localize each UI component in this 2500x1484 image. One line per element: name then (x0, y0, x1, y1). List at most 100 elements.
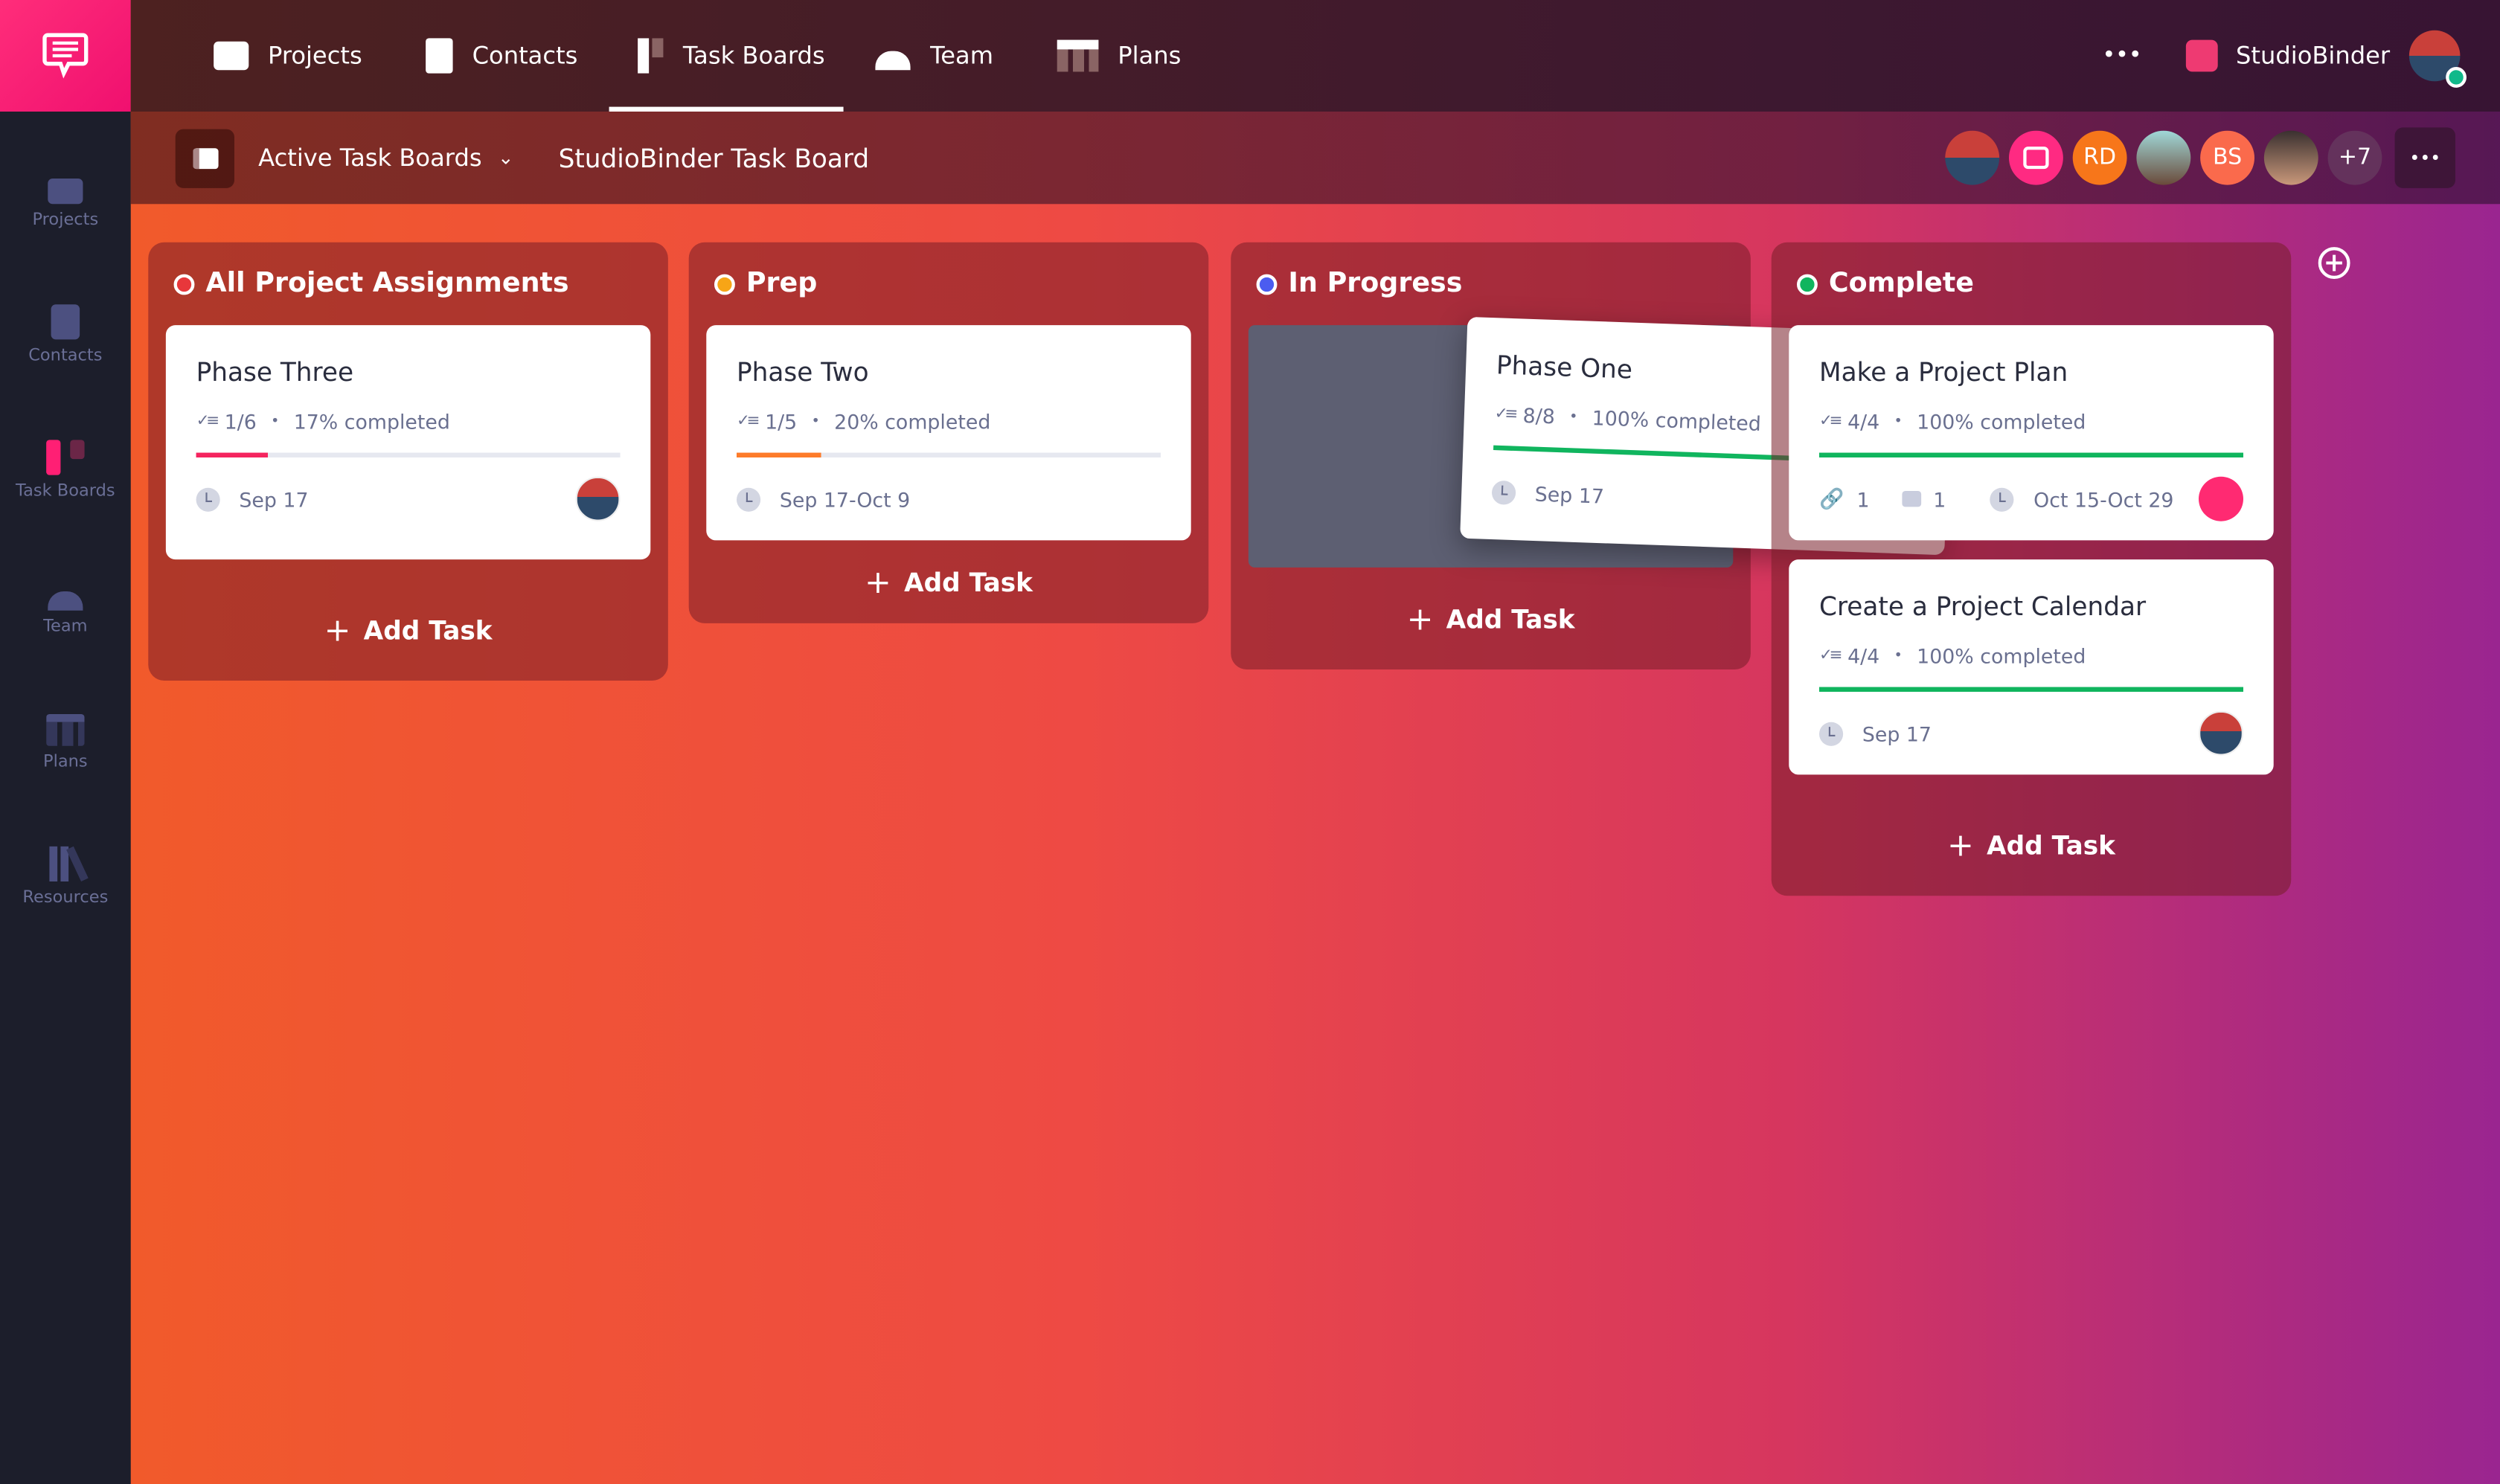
panel-icon (192, 147, 218, 169)
avatar[interactable] (2136, 130, 2191, 185)
comment-icon (1901, 491, 1921, 507)
status-dot-icon (714, 273, 735, 295)
nav-contacts[interactable]: Contacts (394, 0, 610, 112)
chevron-down-icon[interactable]: ⌄ (498, 147, 514, 169)
more-menu-button[interactable]: ••• (2102, 43, 2141, 68)
briefcase-icon (46, 168, 84, 204)
progress-bar (196, 452, 621, 457)
card-title: Make a Project Plan (1819, 357, 2068, 388)
plus-icon: + (324, 610, 351, 649)
due-date: Sep 17-Oct 9 (779, 486, 911, 511)
app-logo[interactable] (0, 0, 131, 112)
briefcase-icon (214, 41, 249, 71)
attachment-count: 1 (1856, 486, 1870, 511)
avatar-initials: RD (2083, 145, 2117, 171)
checklist-icon: ✓≡ (1819, 413, 1843, 431)
due-date: Sep 17 (1862, 721, 1932, 745)
online-status-icon (2446, 67, 2467, 88)
avatar[interactable] (1945, 130, 2000, 185)
avatar[interactable]: RD (2072, 130, 2127, 185)
assignee-avatar[interactable] (2199, 710, 2243, 756)
due-date: Sep 17 (239, 486, 309, 511)
plus-icon: + (1406, 599, 1434, 638)
board-area: Projects Contacts Task Boards Team Plans… (130, 0, 2500, 1484)
checklist-count: 1/6 (224, 409, 257, 434)
task-card[interactable]: Phase Three ✓≡ 1/6 • 17% completed Sep 17 (165, 325, 651, 560)
add-task-button[interactable]: + Add Task (1789, 794, 2273, 896)
team-icon (46, 575, 84, 610)
assignee-avatar[interactable] (575, 476, 621, 521)
nav-projects[interactable]: Projects (182, 0, 394, 112)
column-header[interactable]: Prep (706, 242, 1190, 325)
add-task-button[interactable]: + Add Task (166, 579, 650, 681)
sidebar-item-label: Contacts (28, 344, 103, 364)
top-navigation: Projects Contacts Task Boards Team Plans… (130, 0, 2500, 112)
task-card[interactable]: Create a Project Calendar ✓≡ 4/4 • 100% com… (1789, 559, 2274, 775)
progress-text: 100% completed (1592, 405, 1762, 436)
chat-bubble-icon (2023, 147, 2049, 170)
sidebar-item-projects[interactable]: Projects (0, 121, 131, 257)
separator: • (1894, 414, 1903, 430)
separator: • (811, 414, 820, 430)
avatar[interactable] (2009, 130, 2063, 185)
more-members[interactable]: +7 (2327, 130, 2382, 185)
column-title: Complete (1828, 268, 1974, 300)
drop-placeholder: Phase One ✓≡8/8•100% completed Sep 17 ⋮ (1248, 316, 1952, 568)
checklist-icon: ✓≡ (736, 413, 760, 431)
studiobinder-badge-icon (2186, 39, 2219, 72)
nav-task-boards[interactable]: Task Boards (609, 0, 844, 112)
sidebar-item-task-boards[interactable]: Task Boards (0, 392, 131, 527)
add-task-button[interactable]: + Add Task (1249, 568, 1733, 669)
nav-team[interactable]: Team (844, 0, 1025, 112)
sidebar-item-label: Plans (43, 751, 88, 771)
checklist-count: 1/5 (765, 409, 798, 434)
sidebar-item-plans[interactable]: Plans (0, 663, 131, 798)
status-dot-icon (1256, 273, 1278, 295)
column-header[interactable]: All Project Assignments (166, 242, 650, 325)
nav-label: Projects (268, 41, 362, 71)
plus-icon: + (865, 562, 891, 601)
sidebar-item-resources[interactable]: Resources (0, 799, 131, 934)
clock-icon (1990, 486, 2015, 511)
progress-text: 100% completed (1917, 643, 2086, 668)
board-selector[interactable]: Active Task Boards (258, 144, 481, 173)
toggle-panel-button[interactable] (175, 128, 234, 187)
checklist-icon: ✓≡ (1494, 405, 1516, 424)
team-icon (876, 51, 911, 71)
checklist-count: 8/8 (1522, 403, 1556, 428)
avatar[interactable]: BS (2200, 130, 2254, 185)
plus-icon: + (1947, 826, 1974, 864)
clock-icon (196, 486, 220, 511)
sidebar-item-contacts[interactable]: Contacts (0, 257, 131, 392)
add-task-label: Add Task (1446, 603, 1575, 634)
user-avatar[interactable] (2408, 30, 2467, 88)
progress-bar (1819, 452, 2243, 457)
add-task-button[interactable]: + Add Task (706, 540, 1190, 623)
nav-plans[interactable]: Plans (1025, 0, 1213, 112)
task-board-icon (46, 439, 85, 475)
column-title: In Progress (1288, 268, 1463, 300)
nav-label: Team (930, 41, 994, 71)
chat-bubble-icon (42, 33, 89, 79)
separator: • (1894, 648, 1903, 664)
column-header[interactable]: In Progress (1249, 242, 1733, 325)
assignee-avatar[interactable] (2199, 476, 2243, 521)
board-column: All Project Assignments Phase Three ✓≡ 1/6… (148, 242, 668, 681)
task-card[interactable]: Phase Two ✓≡ 1/5 • 20% completed Sep 17-Oct… (706, 325, 1191, 541)
column-header[interactable]: Complete (1789, 242, 2273, 325)
nav-label: Task Boards (682, 41, 825, 71)
checklist-icon: ✓≡ (196, 413, 220, 431)
task-card[interactable]: Make a Project Plan ✓≡ 4/4 • 100% completed… (1789, 325, 2274, 541)
sidebar-item-team[interactable]: Team (0, 527, 131, 663)
avatar[interactable] (2263, 130, 2318, 185)
clock-icon (736, 486, 761, 511)
nav-label: Plans (1118, 41, 1182, 71)
progress-text: 17% completed (293, 409, 450, 434)
add-column-button[interactable]: + (2318, 247, 2350, 279)
contact-card-icon (46, 303, 84, 339)
board-title: StudioBinder Task Board (558, 142, 870, 173)
attachment-icon: 🔗 (1819, 486, 1844, 510)
sidebar-item-label: Team (43, 616, 88, 635)
account-name[interactable]: StudioBinder (2236, 42, 2390, 71)
board-menu-button[interactable]: ••• (2394, 127, 2455, 188)
